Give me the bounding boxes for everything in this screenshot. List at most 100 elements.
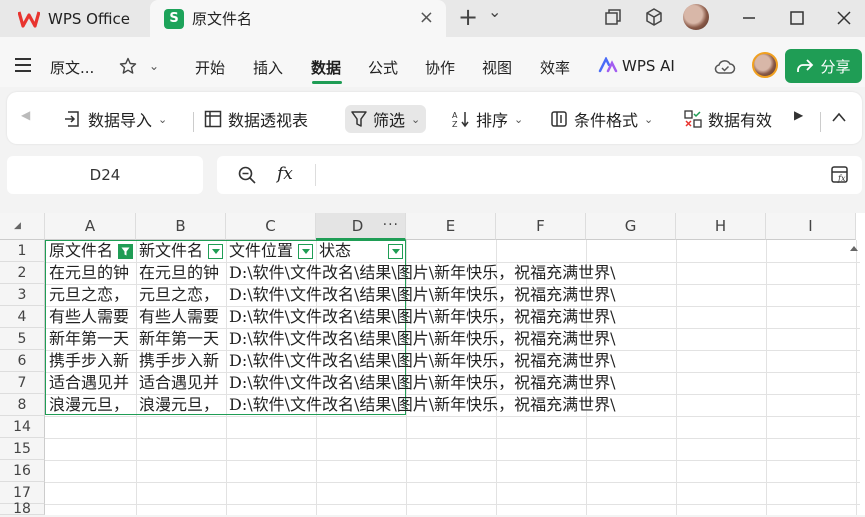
column-header-c[interactable]: C: [226, 213, 316, 240]
filter-dropdown-icon[interactable]: [298, 244, 313, 259]
cell-a6[interactable]: 携手步入新: [49, 350, 135, 372]
menu-collaborate[interactable]: 协作: [425, 57, 455, 78]
row-header[interactable]: 3: [0, 284, 45, 306]
menu-wps-ai[interactable]: WPS AI: [622, 57, 675, 75]
cell-b7[interactable]: 适合遇见并: [139, 372, 225, 394]
more-options-icon[interactable]: ···: [383, 217, 399, 233]
sort-button[interactable]: A Z 排序 ⌄: [452, 105, 523, 133]
row-header[interactable]: 18: [0, 501, 45, 517]
cell-a7[interactable]: 适合遇见并: [49, 372, 135, 394]
maximize-icon[interactable]: [789, 10, 805, 26]
row-header[interactable]: 8: [0, 394, 45, 416]
hamburger-menu-icon[interactable]: [14, 57, 32, 73]
menu-data[interactable]: 数据: [311, 57, 341, 78]
scroll-left-icon[interactable]: ◀: [21, 108, 30, 122]
chevron-down-icon[interactable]: ⌄: [149, 59, 159, 73]
chevron-down-icon[interactable]: ⌄: [488, 2, 501, 21]
pivot-table-button[interactable]: 数据透视表: [204, 105, 308, 133]
function-fx-icon[interactable]: fx: [277, 164, 293, 184]
row-header[interactable]: 15: [0, 438, 45, 460]
user-avatar-small[interactable]: [752, 52, 778, 78]
column-header-h[interactable]: H: [676, 213, 766, 240]
tab-document[interactable]: S 原文件名 ×: [150, 0, 446, 37]
data-validation-icon: [684, 110, 702, 128]
scroll-right-icon[interactable]: ▶: [794, 108, 803, 122]
wps-ai-icon: [598, 57, 618, 73]
cell-b5[interactable]: 新年第一天: [139, 328, 225, 350]
select-all-corner[interactable]: ◢: [0, 213, 45, 240]
row-header[interactable]: 2: [0, 262, 45, 284]
scroll-up-arrow-icon[interactable]: [849, 244, 859, 252]
tab-wps-office[interactable]: WPS Office: [8, 0, 143, 37]
minimize-icon[interactable]: [741, 10, 757, 26]
header-cell-c[interactable]: 文件位置: [229, 240, 299, 262]
header-cell-b[interactable]: 新文件名: [139, 240, 209, 262]
cell-c2[interactable]: D:\软件\文件改名\结果\图片\新年快乐，祝福充满世界\: [229, 262, 616, 284]
cell-a2[interactable]: 在元旦的钟: [49, 262, 135, 284]
new-tab-icon[interactable]: +: [458, 3, 478, 31]
row-header[interactable]: 5: [0, 328, 45, 350]
row-header[interactable]: 1: [0, 240, 45, 262]
cube-icon[interactable]: [644, 7, 664, 27]
row-header[interactable]: 4: [0, 306, 45, 328]
data-import-button[interactable]: 数据导入 ⌄: [64, 105, 167, 133]
filter-button[interactable]: 筛选 ⌄: [345, 105, 427, 133]
cloud-sync-icon[interactable]: [714, 58, 736, 76]
cell-c6[interactable]: D:\软件\文件改名\结果\图片\新年快乐，祝福充满世界\: [229, 350, 616, 372]
cell-b6[interactable]: 携手步入新: [139, 350, 225, 372]
grid-line: [45, 482, 860, 483]
cell-c5[interactable]: D:\软件\文件改名\结果\图片\新年快乐，祝福充满世界\: [229, 328, 616, 350]
grid-line: [45, 438, 860, 439]
collapse-ribbon-icon[interactable]: [831, 111, 847, 123]
row-header[interactable]: 7: [0, 372, 45, 394]
data-validation-button[interactable]: 数据有效: [684, 105, 784, 133]
window-restore-icon[interactable]: [604, 8, 622, 26]
spreadsheet-grid[interactable]: ◢ A B C D ··· E F G H I 1 2 3 4 5 6 7 8 …: [0, 213, 865, 517]
grid-line: [676, 240, 677, 515]
cell-c8[interactable]: D:\软件\文件改名\结果\图片\新年快乐，祝福充满世界\: [229, 394, 616, 416]
cell-a8[interactable]: 浪漫元旦，: [49, 394, 135, 416]
conditional-format-button[interactable]: 条件格式 ⌄: [550, 105, 653, 133]
column-header-d[interactable]: D ···: [316, 213, 406, 240]
close-window-icon[interactable]: [835, 9, 853, 27]
row-header[interactable]: 14: [0, 416, 45, 438]
document-name[interactable]: 原文...: [50, 57, 94, 78]
share-button-label: 分享: [820, 57, 851, 76]
row-header[interactable]: 16: [0, 460, 45, 482]
cell-c7[interactable]: D:\软件\文件改名\结果\图片\新年快乐，祝福充满世界\: [229, 372, 616, 394]
zoom-search-icon[interactable]: [237, 165, 257, 185]
menu-efficiency[interactable]: 效率: [540, 57, 570, 78]
menu-formula[interactable]: 公式: [368, 57, 398, 78]
formula-bar[interactable]: fx fx: [217, 156, 862, 194]
star-icon[interactable]: [119, 57, 137, 75]
formula-expand-icon[interactable]: fx: [830, 165, 850, 185]
column-header-g[interactable]: G: [586, 213, 676, 240]
filter-dropdown-icon[interactable]: [388, 244, 403, 259]
menu-insert[interactable]: 插入: [253, 57, 283, 78]
filter-active-icon[interactable]: [118, 244, 133, 259]
column-header-i[interactable]: I: [766, 213, 856, 240]
column-header-a[interactable]: A: [45, 213, 136, 240]
column-header-b[interactable]: B: [136, 213, 226, 240]
user-avatar[interactable]: [683, 4, 709, 30]
name-box[interactable]: D24: [7, 156, 203, 194]
cell-b4[interactable]: 有些人需要: [139, 306, 225, 328]
menu-view[interactable]: 视图: [482, 57, 512, 78]
cell-a4[interactable]: 有些人需要: [49, 306, 135, 328]
menu-home[interactable]: 开始: [195, 57, 225, 78]
column-header-e[interactable]: E: [406, 213, 496, 240]
header-cell-a[interactable]: 原文件名: [49, 240, 119, 262]
close-tab-icon[interactable]: ×: [419, 7, 434, 28]
column-header-f[interactable]: F: [496, 213, 586, 240]
cell-b8[interactable]: 浪漫元旦，: [139, 394, 225, 416]
cell-c4[interactable]: D:\软件\文件改名\结果\图片\新年快乐，祝福充满世界\: [229, 306, 616, 328]
row-header[interactable]: 6: [0, 350, 45, 372]
cell-b2[interactable]: 在元旦的钟: [139, 262, 225, 284]
header-cell-d[interactable]: 状态: [319, 240, 389, 262]
cell-c3[interactable]: D:\软件\文件改名\结果\图片\新年快乐，祝福充满世界\: [229, 284, 616, 306]
cell-b3[interactable]: 元旦之恋，: [139, 284, 225, 306]
share-button[interactable]: 分享: [785, 49, 862, 83]
filter-dropdown-icon[interactable]: [208, 244, 223, 259]
cell-a5[interactable]: 新年第一天: [49, 328, 135, 350]
cell-a3[interactable]: 元旦之恋，: [49, 284, 135, 306]
